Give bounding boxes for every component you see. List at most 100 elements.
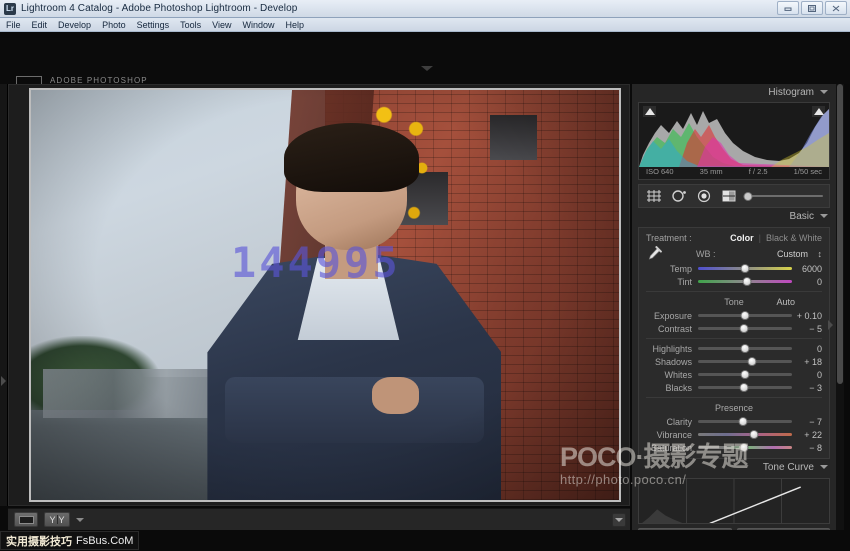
- red-eye-button[interactable]: [695, 188, 713, 204]
- chevron-down-icon[interactable]: [820, 214, 828, 218]
- menu-item-photo[interactable]: Photo: [102, 20, 126, 30]
- tone-curve-panel-header[interactable]: Tone Curve: [632, 459, 836, 475]
- slider-row-vibrance: Vibrance + 22: [639, 428, 829, 441]
- minimize-button[interactable]: [777, 1, 799, 15]
- loupe-view-button[interactable]: [14, 512, 38, 527]
- brush-slider-track[interactable]: [748, 195, 823, 197]
- toolbar-options-button[interactable]: [612, 513, 626, 527]
- menu-item-help[interactable]: Help: [286, 20, 305, 30]
- top-panel-collapse-icon[interactable]: [421, 66, 433, 71]
- exposure-slider[interactable]: [698, 309, 792, 322]
- vibrance-label: Vibrance: [646, 430, 698, 440]
- contrast-handle[interactable]: [740, 324, 749, 333]
- taskbar-item[interactable]: 实用摄影技巧 FsBus.CoM: [0, 531, 139, 550]
- menu-item-develop[interactable]: Develop: [58, 20, 91, 30]
- basic-panel: Treatment : Color | Black & White WB : C…: [638, 227, 830, 459]
- spot-removal-button[interactable]: [670, 188, 688, 204]
- taskbar-label-cn: 实用摄影技巧: [6, 533, 72, 549]
- saturation-handle[interactable]: [740, 443, 749, 452]
- before-after-chevron-down-icon[interactable]: [76, 518, 84, 522]
- tint-label: Tint: [646, 277, 698, 287]
- menu-item-file[interactable]: File: [6, 20, 21, 30]
- left-panel-collapsed[interactable]: [0, 84, 8, 506]
- blacks-handle[interactable]: [740, 383, 749, 392]
- before-after-button[interactable]: Y Y: [44, 512, 70, 527]
- presence-label: Presence: [715, 403, 753, 413]
- wb-value[interactable]: Custom: [777, 249, 808, 259]
- adjustment-brush-slider[interactable]: [748, 188, 823, 204]
- graduated-filter-button[interactable]: [720, 188, 738, 204]
- slider-row-shadows: Shadows + 18: [639, 355, 829, 368]
- treatment-color-button[interactable]: Color: [730, 233, 754, 243]
- basic-title: Basic: [790, 211, 814, 222]
- tint-slider[interactable]: [698, 275, 792, 288]
- crop-overlay-button[interactable]: [645, 188, 663, 204]
- right-panel-scrollbar[interactable]: [836, 84, 844, 530]
- histogram-panel-header[interactable]: Histogram: [632, 84, 836, 100]
- chevron-down-icon[interactable]: [820, 90, 828, 94]
- slider-row-temp: Temp 6000: [639, 262, 829, 275]
- clarity-handle[interactable]: [739, 417, 748, 426]
- temp-slider[interactable]: [698, 262, 792, 275]
- contrast-slider[interactable]: [698, 322, 792, 335]
- whites-slider[interactable]: [698, 368, 792, 381]
- tint-value: 0: [792, 277, 822, 287]
- wb-label: WB :: [696, 249, 716, 259]
- menu-item-tools[interactable]: Tools: [180, 20, 201, 30]
- histogram[interactable]: ISO 640 35 mm f / 2.5 1/50 sec: [638, 102, 830, 180]
- chevron-down-icon[interactable]: [820, 465, 828, 469]
- whites-label: Whites: [646, 370, 698, 380]
- maximize-button[interactable]: [801, 1, 823, 15]
- before-after-right-label: Y: [59, 515, 65, 525]
- white-balance-selector-button[interactable]: [646, 246, 662, 262]
- shadows-slider[interactable]: [698, 355, 792, 368]
- presence-section-header: Presence: [639, 401, 829, 415]
- menu-item-edit[interactable]: Edit: [32, 20, 48, 30]
- histogram-graph: [639, 103, 829, 167]
- top-panel-grip[interactable]: [0, 32, 850, 38]
- close-button[interactable]: [825, 1, 847, 15]
- eyedropper-icon: [646, 246, 662, 262]
- basic-panel-header[interactable]: Basic: [632, 208, 836, 224]
- auto-tone-button[interactable]: Auto: [776, 297, 795, 307]
- temp-handle[interactable]: [741, 264, 750, 273]
- menu-bar: File Edit Develop Photo Settings Tools V…: [0, 18, 850, 32]
- photo-subject-hand: [372, 377, 419, 414]
- vibrance-slider[interactable]: [698, 428, 792, 441]
- left-panel-expand-icon[interactable]: [1, 376, 6, 386]
- highlights-slider[interactable]: [698, 342, 792, 355]
- develop-tool-strip: [638, 184, 830, 208]
- wb-stepper-icon[interactable]: ↕: [818, 249, 823, 259]
- white-balance-row: WB : Custom ↕: [639, 245, 829, 262]
- shadows-handle[interactable]: [747, 357, 756, 366]
- menu-item-view[interactable]: View: [212, 20, 231, 30]
- photo-preview[interactable]: 144995: [31, 90, 619, 500]
- spot-removal-icon: [671, 189, 687, 203]
- highlights-handle[interactable]: [741, 344, 750, 353]
- photo-frame: 144995: [29, 88, 621, 502]
- right-panel-collapse-icon[interactable]: [828, 320, 833, 330]
- whites-handle[interactable]: [741, 370, 750, 379]
- saturation-slider[interactable]: [698, 441, 792, 454]
- highlights-value: 0: [792, 344, 822, 354]
- saturation-value: − 8: [792, 443, 822, 453]
- vibrance-handle[interactable]: [750, 430, 759, 439]
- menu-item-window[interactable]: Window: [243, 20, 275, 30]
- slider-row-highlights: Highlights 0: [639, 342, 829, 355]
- exposure-handle[interactable]: [741, 311, 750, 320]
- window-controls: [777, 1, 847, 15]
- menu-item-settings[interactable]: Settings: [137, 20, 170, 30]
- tone-curve-graph[interactable]: [638, 478, 830, 524]
- treatment-options: Color | Black & White: [692, 233, 822, 243]
- close-icon: [831, 4, 841, 13]
- treatment-bw-button[interactable]: Black & White: [766, 233, 822, 243]
- blacks-slider[interactable]: [698, 381, 792, 394]
- before-after-divider: [57, 515, 58, 524]
- slider-row-saturation: Saturation − 8: [639, 441, 829, 454]
- blacks-value: − 3: [792, 383, 822, 393]
- shadows-value: + 18: [792, 357, 822, 367]
- clarity-value: − 7: [792, 417, 822, 427]
- tint-handle[interactable]: [742, 277, 751, 286]
- scrollbar-thumb[interactable]: [837, 84, 843, 384]
- clarity-slider[interactable]: [698, 415, 792, 428]
